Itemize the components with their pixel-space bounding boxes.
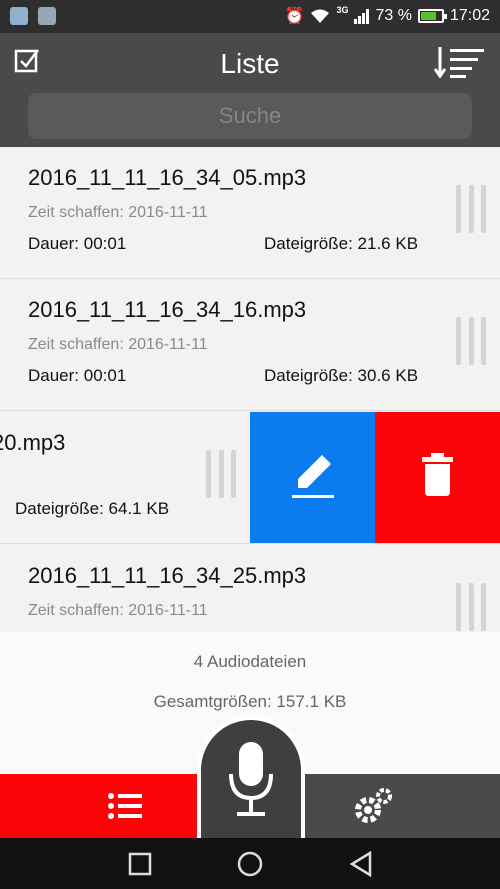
file-name: 2016_11_11_16_34_05.mp3 [28, 165, 307, 190]
wifi-icon [311, 9, 330, 23]
trash-icon [422, 453, 453, 496]
drag-handle-icon[interactable] [206, 450, 236, 498]
app-header: Liste [0, 33, 500, 147]
battery-percent: 73 % [375, 7, 412, 24]
page-title: Liste [220, 48, 280, 79]
list-item[interactable]: 2016_11_11_16_34_16.mp3 Zeit schaffen: 2… [0, 279, 500, 411]
back-icon[interactable] [348, 851, 374, 877]
status-indicators: ⏰ 3G 73 % 17:02 [284, 5, 490, 26]
file-size: Dateigröße: 30.6 KB [264, 366, 419, 385]
system-nav-bar [0, 838, 500, 889]
file-size: Dateigröße: 64.1 KB [15, 499, 170, 518]
clock: 17:02 [449, 7, 490, 24]
sort-icon[interactable] [434, 45, 486, 79]
file-name: 2016_11_11_16_34_16.mp3 [28, 297, 307, 322]
file-created: Zeit schaffen: 2016-11-11 [28, 602, 208, 619]
signal-icon [354, 8, 370, 24]
notification-app-icon [10, 7, 28, 25]
file-duration: Dauer: 00:01 [28, 366, 127, 385]
home-icon[interactable] [237, 851, 263, 877]
delete-button[interactable] [375, 412, 500, 543]
drag-handle-icon[interactable] [456, 583, 486, 631]
record-button[interactable] [197, 716, 305, 838]
drag-handle-icon[interactable] [456, 185, 486, 233]
file-created: Zeit schaffen: 2016-11-11 [28, 336, 208, 353]
file-name: 20.mp3 [0, 430, 66, 455]
notification-gallery-icon [38, 7, 56, 25]
battery-fill [420, 12, 436, 20]
total-size: Gesamtgrößen: 157.1 KB [153, 692, 347, 711]
file-duration: Dauer: 00:01 [28, 234, 127, 253]
battery-icon [417, 9, 447, 23]
notification-icons [10, 7, 56, 25]
file-created: Zeit schaffen: 2016-11-11 [28, 204, 208, 221]
list-item[interactable]: 2016_11_11_16_34_05.mp3 Zeit schaffen: 2… [0, 147, 500, 279]
list-item-swiped[interactable]: 20.mp3 Dateigröße: 64.1 KB [0, 412, 500, 544]
edit-button[interactable] [250, 412, 375, 543]
alarm-icon: ⏰ [284, 8, 305, 25]
network-type: 3G [336, 5, 349, 15]
recents-icon[interactable] [127, 851, 153, 877]
file-size: Dateigröße: 21.6 KB [264, 234, 419, 253]
pencil-icon [292, 455, 334, 498]
status-bar: ⏰ 3G 73 % 17:02 [0, 0, 500, 33]
search-input[interactable] [28, 93, 472, 139]
microphone-icon [229, 742, 273, 816]
file-count: 4 Audiodateien [193, 652, 307, 671]
drag-handle-icon[interactable] [456, 317, 486, 365]
file-name: 2016_11_11_16_34_25.mp3 [28, 563, 307, 588]
